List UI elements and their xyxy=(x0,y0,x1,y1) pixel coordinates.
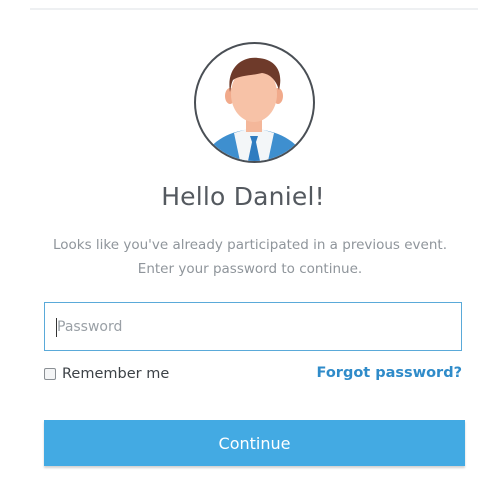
user-avatar-icon xyxy=(194,42,315,163)
info-message: Looks like you've already participated i… xyxy=(52,237,447,277)
checkbox-icon[interactable] xyxy=(44,368,56,380)
greeting-heading: Hello Daniel! xyxy=(161,182,325,211)
forgot-password-link[interactable]: Forgot password? xyxy=(317,365,462,381)
text-caret xyxy=(56,318,57,337)
password-field[interactable] xyxy=(44,302,462,351)
login-page: Hello Daniel! Looks like you've already … xyxy=(0,0,486,488)
remember-me-label: Remember me xyxy=(62,366,170,382)
top-divider xyxy=(30,8,478,10)
password-input[interactable] xyxy=(45,303,461,350)
remember-me-checkbox[interactable]: Remember me xyxy=(44,366,169,382)
continue-button[interactable]: Continue xyxy=(44,420,465,466)
